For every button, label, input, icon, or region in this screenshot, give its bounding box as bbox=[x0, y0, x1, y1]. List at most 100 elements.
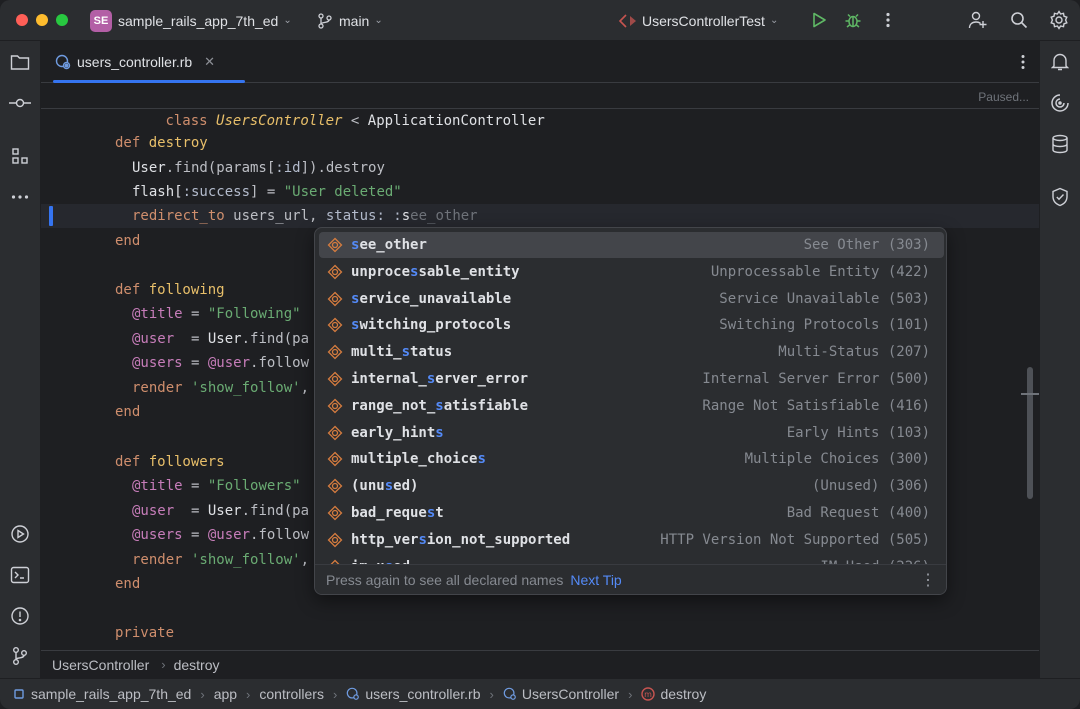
code-token: @title bbox=[132, 306, 183, 322]
status-file[interactable]: users_controller.rb bbox=[365, 686, 480, 702]
commit-icon[interactable] bbox=[9, 92, 31, 114]
completion-item[interactable]: bad_request Bad Request (400) bbox=[319, 500, 944, 526]
code-line[interactable]: def destroy bbox=[115, 131, 208, 155]
code-line[interactable]: @users = @user.follow bbox=[132, 523, 309, 547]
completion-name: early_hints bbox=[351, 425, 787, 441]
completion-item[interactable]: switching_protocols Switching Protocols (… bbox=[319, 312, 944, 338]
code-token: @user bbox=[132, 503, 175, 519]
code-line[interactable]: end bbox=[115, 229, 140, 253]
settings-gear-icon[interactable] bbox=[1048, 9, 1070, 31]
more-actions-icon[interactable] bbox=[877, 9, 899, 31]
code-token: status: : bbox=[325, 208, 402, 224]
chevron-right-icon: › bbox=[628, 686, 633, 702]
symbol-icon bbox=[327, 425, 343, 441]
completion-item[interactable]: unprocessable_entity Unprocessable Entity… bbox=[319, 259, 944, 285]
code-line[interactable]: @users = @user.follow bbox=[132, 351, 309, 375]
completion-footer: Press again to see all declared names Ne… bbox=[315, 564, 946, 594]
code-line[interactable]: User.find(params[:id]).destroy bbox=[132, 156, 385, 180]
debug-icon[interactable] bbox=[842, 9, 864, 31]
editor-breadcrumb: UsersController › destroy bbox=[41, 650, 1039, 678]
symbol-icon bbox=[327, 505, 343, 521]
code-token: @user bbox=[207, 527, 251, 543]
change-marker bbox=[49, 206, 53, 226]
completion-item[interactable]: early_hints Early Hints (103) bbox=[319, 420, 944, 446]
code-line[interactable]: render 'show_follow', bbox=[132, 548, 309, 572]
close-window-button[interactable] bbox=[16, 14, 28, 26]
completion-name: see_other bbox=[351, 237, 804, 253]
code-line[interactable]: @user = User.find(pa bbox=[132, 499, 309, 523]
code-line[interactable]: private bbox=[115, 621, 174, 645]
completion-item[interactable]: multiple_choices Multiple Choices (300) bbox=[319, 446, 944, 472]
completion-name-part: t bbox=[435, 505, 444, 521]
status-controllers[interactable]: controllers bbox=[259, 686, 324, 702]
test-config-icon bbox=[618, 13, 636, 29]
chevron-right-icon: › bbox=[161, 657, 166, 672]
code-line[interactable]: def following bbox=[115, 278, 225, 302]
tab-options-icon[interactable] bbox=[1021, 54, 1025, 75]
completion-item[interactable]: multi_status Multi-Status (207) bbox=[319, 339, 944, 365]
sticky-scope-header: class UsersController < ApplicationContr… bbox=[41, 84, 1039, 129]
status-app[interactable]: app bbox=[214, 686, 237, 702]
completion-item[interactable]: http_version_not_supported HTTP Version N… bbox=[319, 527, 944, 553]
search-icon[interactable] bbox=[1008, 9, 1030, 31]
add-user-icon[interactable] bbox=[967, 9, 989, 31]
completion-name-part: http_ver bbox=[351, 531, 419, 548]
code-line[interactable]: @title = "Following" bbox=[132, 302, 301, 326]
notifications-bell-icon[interactable] bbox=[1049, 51, 1071, 73]
services-icon[interactable] bbox=[9, 523, 31, 545]
minimize-window-button[interactable] bbox=[36, 14, 48, 26]
symbol-icon bbox=[327, 398, 343, 414]
zoom-window-button[interactable] bbox=[56, 14, 68, 26]
run-config-selector[interactable]: UsersControllerTest ⌄ bbox=[618, 0, 778, 41]
ai-assistant-icon[interactable] bbox=[1049, 92, 1071, 114]
tab-users-controller[interactable]: users_controller.rb ✕ bbox=[51, 41, 245, 83]
completion-item[interactable]: range_not_satisfiable Range Not Satisfiab… bbox=[319, 393, 944, 419]
status-paused: Paused... bbox=[978, 90, 1029, 104]
code-token: = bbox=[182, 478, 208, 494]
structure-icon[interactable] bbox=[9, 145, 31, 167]
code-token: @user bbox=[132, 331, 175, 347]
project-folder-icon[interactable] bbox=[9, 51, 31, 73]
code-line[interactable]: @title = "Followers" bbox=[132, 474, 301, 498]
code-token: private bbox=[115, 625, 175, 641]
more-tools-icon[interactable] bbox=[9, 186, 31, 208]
ruby-file-icon bbox=[346, 687, 360, 701]
status-project[interactable]: sample_rails_app_7th_ed bbox=[31, 686, 191, 702]
run-icon[interactable] bbox=[808, 9, 830, 31]
completion-item[interactable]: (unused) (Unused) (306) bbox=[319, 473, 944, 499]
problems-icon[interactable] bbox=[9, 605, 31, 627]
next-tip-link[interactable]: Next Tip bbox=[570, 572, 621, 588]
database-icon[interactable] bbox=[1049, 133, 1071, 155]
code-line[interactable]: def followers bbox=[115, 450, 225, 474]
editor-scrollbar[interactable] bbox=[1027, 367, 1033, 499]
terminal-icon[interactable] bbox=[9, 564, 31, 586]
code-line[interactable]: end bbox=[115, 400, 140, 424]
editor-tab-bar: users_controller.rb ✕ bbox=[41, 41, 1039, 83]
code-token: destroy bbox=[148, 135, 208, 151]
code-line[interactable]: redirect_to users_url, status: :see_othe… bbox=[132, 204, 478, 228]
status-class[interactable]: UsersController bbox=[522, 686, 619, 702]
code-line[interactable]: render 'show_follow', bbox=[132, 376, 309, 400]
code-token: 'show_follow' bbox=[182, 380, 301, 396]
breadcrumb-method[interactable]: destroy bbox=[174, 657, 220, 673]
right-tool-strip bbox=[1039, 41, 1080, 678]
code-line[interactable]: @user = User.find(pa bbox=[132, 327, 309, 351]
completion-description: (Unused) (306) bbox=[811, 478, 930, 495]
code-line[interactable]: flash[:success] = "User deleted" bbox=[132, 180, 402, 204]
close-tab-icon[interactable]: ✕ bbox=[204, 54, 215, 70]
code-token: flash[ bbox=[132, 184, 183, 200]
completion-item[interactable]: internal_server_error Internal Server Err… bbox=[319, 366, 944, 392]
branch-selector[interactable]: main ⌄ bbox=[318, 0, 383, 41]
completion-item[interactable]: see_other See Other (303) bbox=[319, 232, 944, 258]
completion-item[interactable]: service_unavailable Service Unavailable (… bbox=[319, 286, 944, 312]
completion-menu-icon[interactable]: ⋮ bbox=[920, 570, 936, 590]
code-line[interactable]: end bbox=[115, 572, 140, 596]
run-config-name: UsersControllerTest bbox=[642, 12, 765, 29]
git-icon[interactable] bbox=[9, 645, 31, 667]
code-token: .find(pa bbox=[241, 331, 310, 347]
breadcrumb-class[interactable]: UsersController bbox=[52, 657, 149, 673]
security-shield-icon[interactable] bbox=[1049, 186, 1071, 208]
status-method[interactable]: destroy bbox=[660, 686, 706, 702]
completion-description: Unprocessable Entity (422) bbox=[710, 263, 930, 280]
project-selector[interactable]: SE sample_rails_app_7th_ed ⌄ bbox=[90, 0, 292, 41]
